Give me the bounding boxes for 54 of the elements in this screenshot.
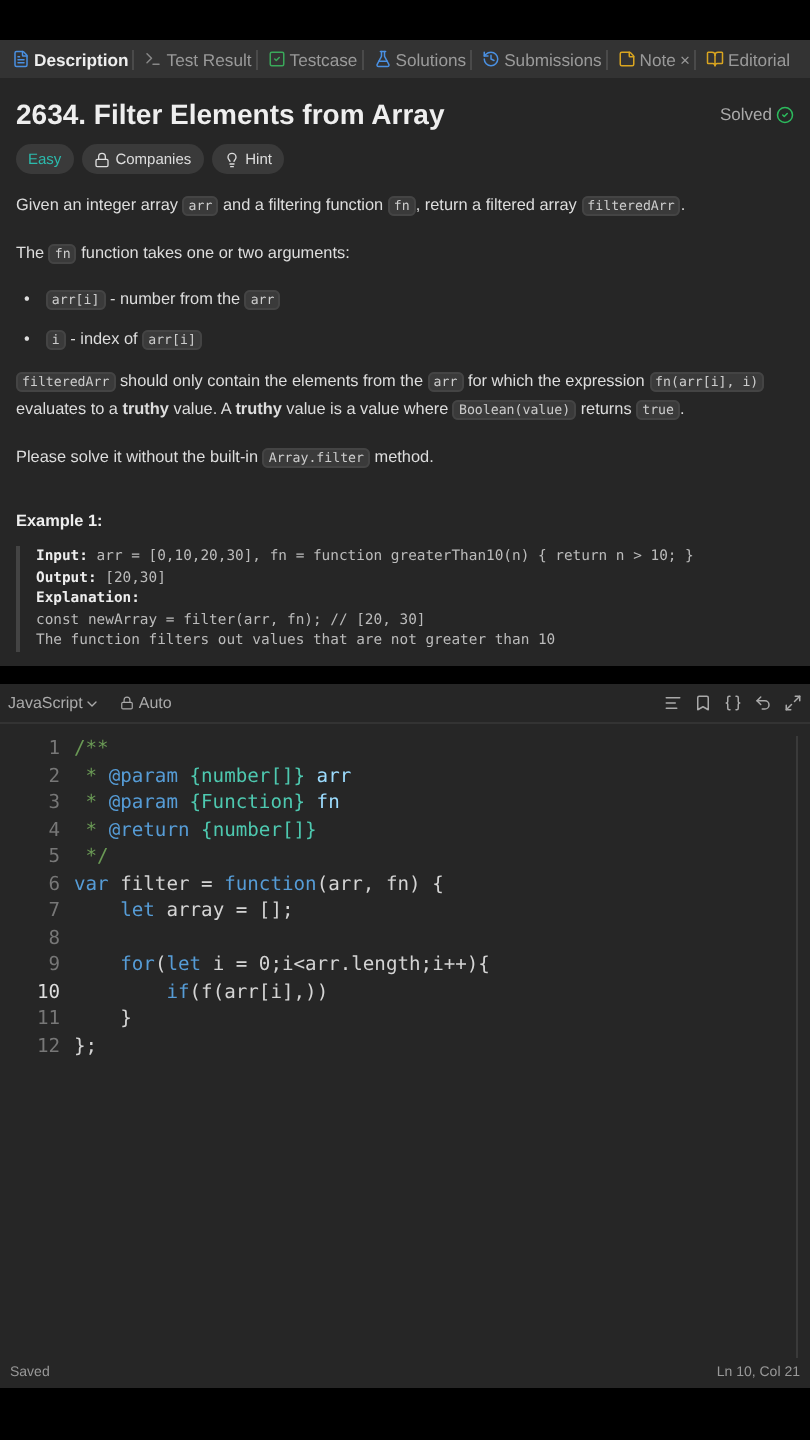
close-icon[interactable]: × <box>679 49 690 69</box>
expand-icon[interactable] <box>784 694 802 712</box>
document-icon <box>12 50 30 68</box>
line-number: 1 <box>46 736 62 763</box>
code-text: /** <box>74 736 109 763</box>
line-number: 11 <box>34 1006 62 1033</box>
line-number: 4 <box>46 817 62 844</box>
tab[interactable]: Editorial <box>701 49 795 69</box>
code-text: }; <box>74 1033 98 1060</box>
line-number: 6 <box>46 871 62 898</box>
line-number: 5 <box>46 844 62 871</box>
tab[interactable]: Solutions <box>369 49 473 69</box>
line-number: 9 <box>46 952 62 979</box>
braces-icon[interactable] <box>724 694 742 712</box>
line-number: 8 <box>46 925 62 952</box>
bookmark-icon[interactable] <box>694 694 712 712</box>
flask-icon <box>373 50 392 68</box>
solved-status: Solved <box>720 104 794 124</box>
code-text: } <box>118 1006 132 1033</box>
undo-icon[interactable] <box>754 694 772 712</box>
line-number: 7 <box>46 898 62 925</box>
tab[interactable]: Submissions <box>478 49 608 69</box>
tab[interactable]: Description <box>8 49 135 69</box>
note-icon <box>617 50 636 68</box>
line-number: 12 <box>34 1033 62 1060</box>
code-text: for(let i = 0;i<arr.length;i++){ <box>118 952 490 979</box>
code-text: * @param {number[]} arr <box>83 763 352 790</box>
line-number: 2 <box>46 763 62 790</box>
code-text: */ <box>83 844 109 871</box>
code-text: var filter = function(arr, fn) { <box>74 871 444 898</box>
lock-icon <box>93 151 110 167</box>
problem-title: 2634. Filter Elements from Array <box>16 98 445 130</box>
code-text: * @return {number[]} <box>83 817 317 844</box>
code-text: if(f(arr[i],)) <box>164 979 329 1006</box>
code-text: * @param {Function} fn <box>83 790 340 817</box>
history-icon <box>482 50 501 68</box>
check-icon <box>776 105 794 123</box>
mode-label: Auto <box>120 694 172 712</box>
checkbox-icon <box>267 50 286 68</box>
tab[interactable]: Test Result <box>140 49 258 69</box>
code-text: let array = []; <box>118 898 294 925</box>
example-heading: Example 1: <box>16 512 105 530</box>
book-icon <box>705 50 724 68</box>
lightbulb-icon <box>223 151 240 167</box>
terminal-icon <box>144 50 163 68</box>
tab[interactable]: Testcase <box>263 49 364 69</box>
line-number: 10 <box>34 979 62 1006</box>
language-selector[interactable]: JavaScript <box>8 694 101 712</box>
bullet-marker: • <box>24 328 30 352</box>
bullet-marker: • <box>24 288 30 312</box>
lock-icon <box>120 696 135 710</box>
format-icon[interactable] <box>664 694 682 712</box>
line-number: 3 <box>46 790 62 817</box>
tab[interactable]: Note × <box>613 49 696 69</box>
